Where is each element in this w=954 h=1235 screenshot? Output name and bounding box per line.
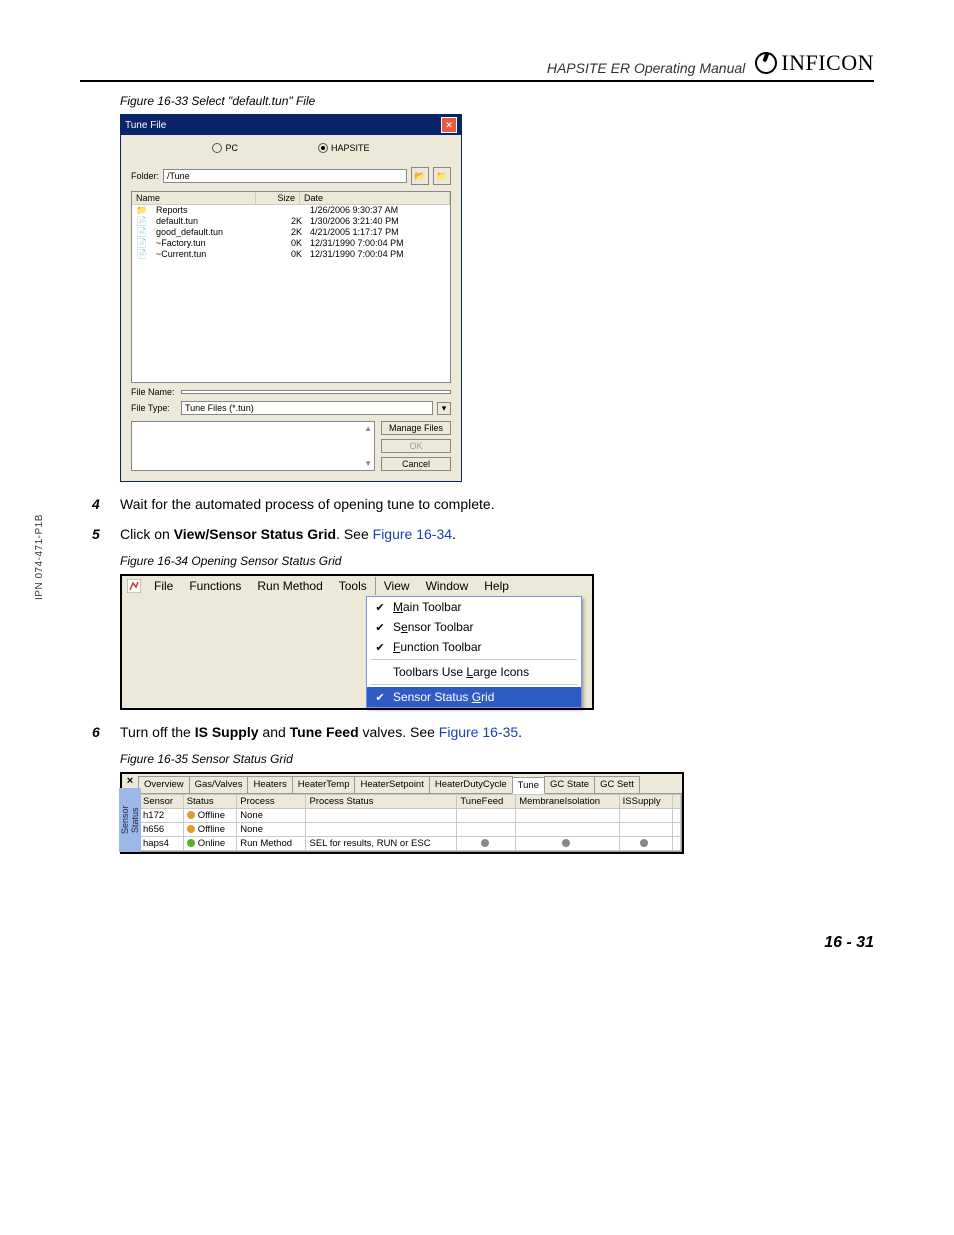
file-list[interactable]: Name Size Date 📁Reports1/26/2006 9:30:37… — [131, 191, 451, 383]
sensor-status-grid-figure: × Sensor Status OverviewGas/ValvesHeater… — [120, 772, 684, 854]
fig35-link[interactable]: Figure 16-35 — [439, 724, 518, 740]
file-row[interactable]: 📁Reports1/26/2006 9:30:37 AM — [132, 205, 450, 216]
close-button[interactable]: ✕ — [441, 117, 457, 133]
step-5-number: 5 — [92, 526, 106, 542]
panel-side-label: Sensor Status — [119, 788, 141, 852]
col-status: Status — [183, 795, 237, 809]
scroll-down-icon[interactable]: ▼ — [364, 459, 372, 468]
manage-files-button[interactable]: Manage Files — [381, 421, 451, 435]
radio-hapsite[interactable]: HAPSITE — [318, 143, 370, 153]
menu-sensor-status-grid[interactable]: ✔ Sensor Status Grid — [367, 687, 581, 707]
grid-row[interactable]: haps4OnlineRun MethodSEL for results, RU… — [140, 837, 681, 851]
brand-logo: INFICON — [755, 50, 874, 76]
tab-overview[interactable]: Overview — [138, 776, 190, 793]
tune-file-dialog: Tune File ✕ PC HAPSITE Folder: /Tune 📂 📁 — [120, 114, 462, 482]
menu-tools[interactable]: Tools — [331, 577, 375, 595]
file-row[interactable]: 📄default.tun2K1/30/2006 3:21:40 PM — [132, 216, 450, 227]
step-6-text: Turn off the IS Supply and Tune Feed val… — [120, 724, 874, 740]
menu-sensor-toolbar[interactable]: ✔ Sensor Toolbar — [367, 617, 581, 637]
dialog-title: Tune File — [125, 120, 166, 131]
col-name[interactable]: Name — [132, 192, 256, 204]
status-dot — [187, 839, 195, 847]
filename-input[interactable] — [181, 390, 451, 394]
doc-title: HAPSITE ER Operating Manual — [547, 60, 745, 76]
menu-large-icons[interactable]: Toolbars Use Large Icons — [367, 662, 581, 682]
col-tunefeed: TuneFeed — [457, 795, 516, 809]
folder-input[interactable]: /Tune — [163, 169, 407, 183]
menu-run-method[interactable]: Run Method — [249, 577, 330, 595]
status-dot — [640, 839, 648, 847]
view-dropdown: ✔ Main Toolbar ✔ Sensor Toolbar ✔ Functi… — [366, 596, 582, 708]
tab-heaters[interactable]: Heaters — [247, 776, 292, 793]
sensor-grid[interactable]: SensorStatusProcessProcess StatusTuneFee… — [138, 794, 682, 852]
menu-help[interactable]: Help — [476, 577, 517, 595]
tab-gas-valves[interactable]: Gas/Valves — [189, 776, 249, 793]
brand-icon — [755, 52, 777, 74]
tab-tune[interactable]: Tune — [512, 777, 545, 794]
grid-row[interactable]: h656OfflineNone — [140, 823, 681, 837]
filename-label: File Name: — [131, 387, 177, 397]
tab-gc-state[interactable]: GC State — [544, 776, 595, 793]
grid-row[interactable]: h172OfflineNone — [140, 809, 681, 823]
status-dot — [562, 839, 570, 847]
menu-file[interactable]: File — [146, 577, 181, 595]
panel-close-icon[interactable]: × — [124, 774, 136, 788]
status-dot — [481, 839, 489, 847]
status-dot — [187, 825, 195, 833]
radio-pc[interactable]: PC — [212, 143, 238, 153]
file-row[interactable]: 📄~Factory.tun0K12/31/1990 7:00:04 PM — [132, 238, 450, 249]
radio-hapsite-label: HAPSITE — [331, 143, 370, 153]
col-issupply: ISSupply — [619, 795, 672, 809]
new-folder-icon[interactable]: 📁 — [433, 167, 451, 185]
dropdown-icon[interactable]: ▾ — [437, 402, 451, 415]
fig35-caption: Figure 16-35 Sensor Status Grid — [120, 752, 874, 766]
menu-main-toolbar[interactable]: ✔ Main Toolbar — [367, 597, 581, 617]
tab-heatertemp[interactable]: HeaterTemp — [292, 776, 356, 793]
menu-window[interactable]: Window — [418, 577, 477, 595]
tab-gc-sett[interactable]: GC Sett — [594, 776, 640, 793]
file-row[interactable]: 📄good_default.tun2K4/21/2005 1:17:17 PM — [132, 227, 450, 238]
fig33-caption: Figure 16-33 Select "default.tun" File — [120, 94, 874, 108]
brand-text: INFICON — [781, 50, 874, 76]
col-size[interactable]: Size — [256, 192, 300, 204]
step-6-number: 6 — [92, 724, 106, 740]
folder-up-icon[interactable]: 📂 — [411, 167, 429, 185]
tab-heaterdutycycle[interactable]: HeaterDutyCycle — [429, 776, 513, 793]
step-5-text: Click on View/Sensor Status Grid. See Fi… — [120, 526, 874, 542]
app-icon — [126, 578, 142, 594]
check-icon: ✔ — [373, 641, 387, 654]
menu-function-toolbar[interactable]: ✔ Function Toolbar — [367, 637, 581, 657]
folder-label: Folder: — [131, 171, 159, 181]
menu-view[interactable]: View — [375, 577, 418, 595]
fig34-caption: Figure 16-34 Opening Sensor Status Grid — [120, 554, 874, 568]
col-date[interactable]: Date — [300, 192, 450, 204]
col-process: Process — [237, 795, 306, 809]
col-process status: Process Status — [306, 795, 457, 809]
col-blank — [672, 795, 680, 809]
menu-figure: FileFunctionsRun MethodToolsViewWindowHe… — [120, 574, 594, 710]
page-number: 16 - 31 — [80, 934, 874, 952]
radio-pc-label: PC — [225, 143, 238, 153]
cancel-button[interactable]: Cancel — [381, 457, 451, 471]
status-box: ▲ ▼ — [131, 421, 375, 471]
col-membraneisolation: MembraneIsolation — [516, 795, 619, 809]
ok-button[interactable]: OK — [381, 439, 451, 453]
side-note: IPN 074-471-P1B — [34, 514, 45, 600]
file-row[interactable]: 📄~Current.tun0K12/31/1990 7:00:04 PM — [132, 249, 450, 260]
status-dot — [187, 811, 195, 819]
check-icon: ✔ — [373, 621, 387, 634]
filetype-label: File Type: — [131, 403, 177, 413]
step-4-number: 4 — [92, 496, 106, 512]
check-icon: ✔ — [373, 691, 387, 704]
tab-heatersetpoint[interactable]: HeaterSetpoint — [354, 776, 429, 793]
scroll-up-icon[interactable]: ▲ — [364, 424, 372, 433]
col-sensor: Sensor — [140, 795, 184, 809]
fig34-link[interactable]: Figure 16-34 — [373, 526, 452, 542]
step-4-text: Wait for the automated process of openin… — [120, 496, 874, 512]
menu-functions[interactable]: Functions — [181, 577, 249, 595]
check-icon: ✔ — [373, 601, 387, 614]
filetype-select[interactable]: Tune Files (*.tun) — [181, 401, 433, 415]
